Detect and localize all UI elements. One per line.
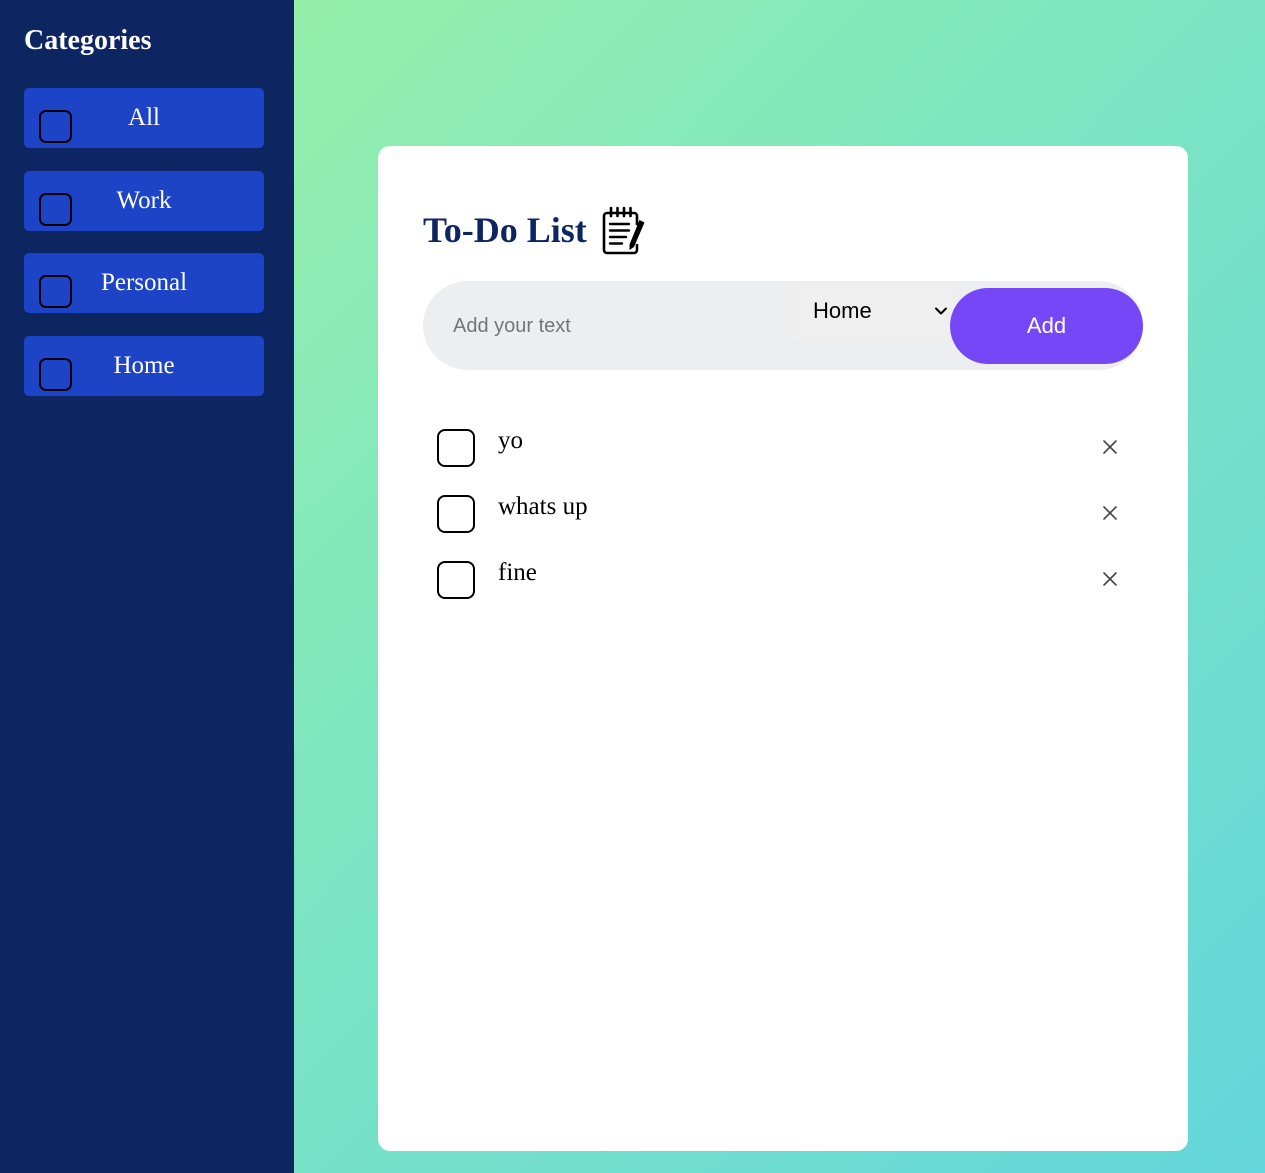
notepad-icon — [602, 206, 645, 255]
todo-list: yo whats up fine — [423, 416, 1143, 614]
chevron-down-icon — [935, 307, 947, 315]
title-row: To-Do List — [423, 202, 647, 258]
close-icon[interactable] — [1101, 504, 1119, 522]
page-title: To-Do List — [423, 210, 587, 250]
close-icon[interactable] — [1101, 570, 1119, 588]
category-item-home[interactable]: Home — [24, 336, 264, 396]
todo-item: fine — [423, 548, 1143, 614]
todo-text: whats up — [498, 493, 588, 520]
category-label: Home — [113, 352, 175, 379]
category-select-value: Home — [813, 298, 872, 323]
sidebar-title: Categories — [24, 25, 152, 56]
add-button[interactable]: Add — [950, 288, 1143, 364]
todo-checkbox[interactable] — [437, 495, 475, 533]
category-label: Work — [116, 187, 172, 214]
todo-checkbox[interactable] — [437, 429, 475, 467]
todo-item: yo — [423, 416, 1143, 482]
category-item-all[interactable]: All — [24, 88, 264, 148]
category-sidebar: Categories All Work Personal Home — [0, 0, 294, 1173]
category-item-personal[interactable]: Personal — [24, 253, 264, 313]
category-label: Personal — [100, 269, 188, 296]
todo-text: yo — [498, 427, 523, 454]
todo-checkbox[interactable] — [437, 561, 475, 599]
todo-item: whats up — [423, 482, 1143, 548]
category-item-work[interactable]: Work — [24, 171, 264, 231]
close-icon[interactable] — [1101, 438, 1119, 456]
todo-card: To-Do List Home Add yo — [378, 146, 1188, 1151]
todo-text: fine — [498, 559, 537, 586]
category-select[interactable]: Home — [793, 283, 953, 339]
add-task-bar: Home Add — [423, 281, 1143, 370]
task-text-input[interactable] — [453, 305, 783, 347]
category-label: All — [128, 104, 160, 131]
